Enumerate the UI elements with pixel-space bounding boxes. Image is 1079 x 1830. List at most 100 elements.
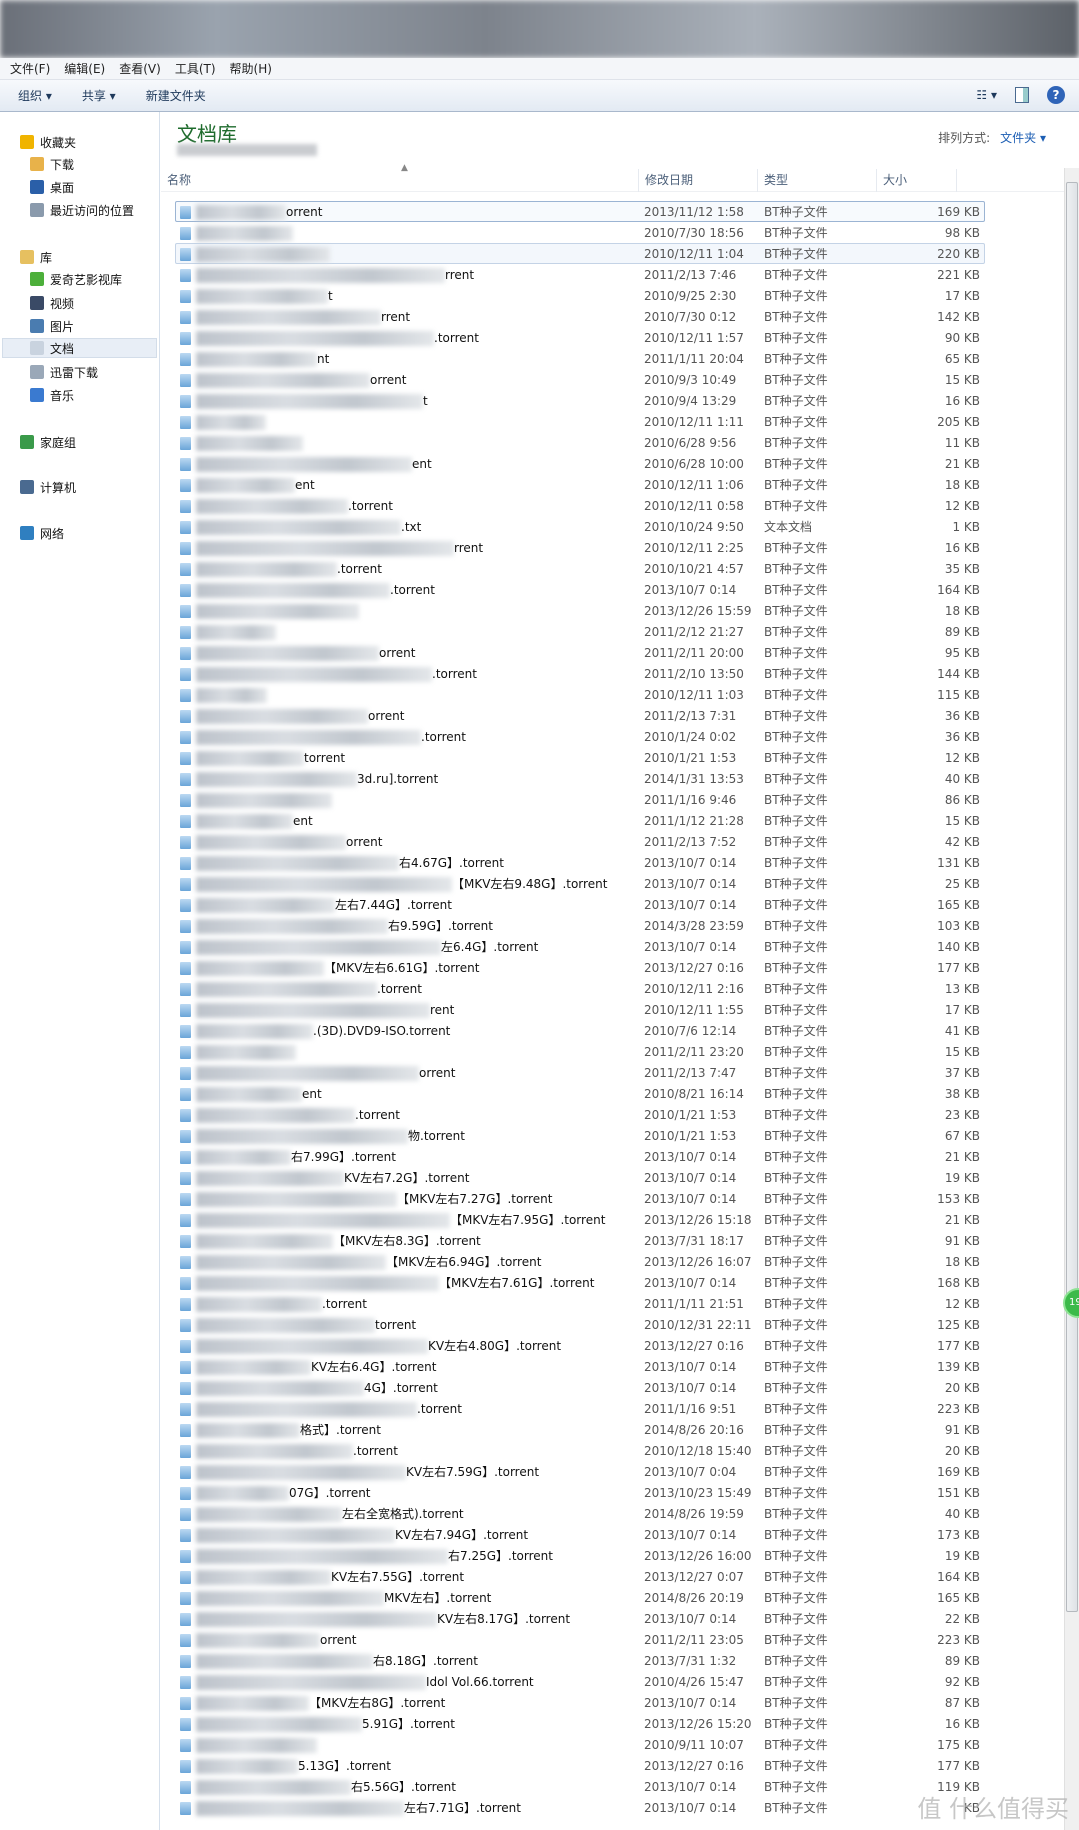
file-row[interactable]: 2011/2/11 23:20 BT种子文件 15 KB [175, 1041, 985, 1062]
file-row[interactable]: 2011/2/12 21:27 BT种子文件 89 KB [175, 621, 985, 642]
file-row[interactable]: 2010/6/28 9:56 BT种子文件 11 KB [175, 432, 985, 453]
sidebar-item[interactable]: 收藏夹 [20, 132, 156, 152]
file-row[interactable]: 左6.4G】.torrent 2013/10/7 0:14 BT种子文件 140 KB [175, 936, 985, 957]
file-row[interactable]: t 2010/9/25 2:30 BT种子文件 17 KB [175, 285, 985, 306]
menu-item[interactable]: 查看(V) [119, 60, 161, 77]
file-row[interactable]: 3d.ru].torrent 2014/1/31 13:53 BT种子文件 40 KB [175, 768, 985, 789]
column-date-modified[interactable]: 修改日期 [639, 169, 758, 192]
file-row[interactable]: KV左右7.59G】.torrent 2013/10/7 0:04 BT种子文件 16… [175, 1461, 985, 1482]
file-row[interactable]: 左右7.71G】.torrent 2013/10/7 0:14 BT种子文件 KB [175, 1797, 985, 1818]
file-row[interactable]: orrent 2010/9/3 10:49 BT种子文件 15 KB [175, 369, 985, 390]
file-row[interactable]: orrent 2011/2/11 20:00 BT种子文件 95 KB [175, 642, 985, 663]
file-row[interactable]: orrent 2011/2/11 23:05 BT种子文件 223 KB [175, 1629, 985, 1650]
file-row[interactable]: t 2010/9/4 13:29 BT种子文件 16 KB [175, 390, 985, 411]
file-row[interactable]: 07G】.torrent 2013/10/23 15:49 BT种子文件 151 KB [175, 1482, 985, 1503]
help-icon[interactable]: ? [1047, 86, 1065, 104]
file-row[interactable]: Idol Vol.66.torrent 2010/4/26 15:47 BT种子文件… [175, 1671, 985, 1692]
organize-button[interactable]: 组织 ▾ [18, 87, 52, 104]
file-row[interactable]: .torrent 2010/12/11 1:57 BT种子文件 90 KB [175, 327, 985, 348]
file-row[interactable]: KV左右7.2G】.torrent 2013/10/7 0:14 BT种子文件 19 … [175, 1167, 985, 1188]
file-row[interactable]: orrent 2013/11/12 1:58 BT种子文件 169 KB [175, 201, 985, 222]
file-row[interactable]: 右8.18G】.torrent 2013/7/31 1:32 BT种子文件 89 KB [175, 1650, 985, 1671]
file-row[interactable]: 【MKV左右7.61G】.torrent 2013/10/7 0:14 BT种子文件… [175, 1272, 985, 1293]
preview-pane-icon[interactable] [1015, 87, 1029, 103]
file-row[interactable]: .torrent 2013/10/7 0:14 BT种子文件 164 KB [175, 579, 985, 600]
file-row[interactable]: MKV左右】.torrent 2014/8/26 20:19 BT种子文件 165 K… [175, 1587, 985, 1608]
file-row[interactable]: 2010/12/11 1:03 BT种子文件 115 KB [175, 684, 985, 705]
view-options-button[interactable]: ☷ ▾ [976, 88, 997, 102]
file-row[interactable]: 【MKV左右7.27G】.torrent 2013/10/7 0:14 BT种子文件… [175, 1188, 985, 1209]
arrange-by-dropdown[interactable]: 文件夹 ▾ [1000, 131, 1046, 145]
file-row[interactable]: .txt 2010/10/24 9:50 文本文档 1 KB [175, 516, 985, 537]
file-row[interactable]: orrent 2011/2/13 7:52 BT种子文件 42 KB [175, 831, 985, 852]
file-row[interactable]: 右9.59G】.torrent 2014/3/28 23:59 BT种子文件 103 … [175, 915, 985, 936]
file-row[interactable]: 4G】.torrent 2013/10/7 0:14 BT种子文件 20 KB [175, 1377, 985, 1398]
file-row[interactable]: 2011/1/16 9:46 BT种子文件 86 KB [175, 789, 985, 810]
file-row[interactable]: 2013/12/26 15:59 BT种子文件 18 KB [175, 600, 985, 621]
sidebar-item[interactable]: 家庭组 [20, 432, 156, 452]
file-row[interactable]: 【MKV左右8G】.torrent 2013/10/7 0:14 BT种子文件 87 … [175, 1692, 985, 1713]
file-row[interactable]: 右4.67G】.torrent 2013/10/7 0:14 BT种子文件 131 K… [175, 852, 985, 873]
sidebar-item[interactable]: 下载 [30, 154, 166, 174]
sidebar-item[interactable]: 迅雷下载 [30, 362, 166, 382]
sidebar-item[interactable]: 桌面 [30, 177, 166, 197]
sidebar-item[interactable]: 文档 [2, 338, 157, 358]
file-row[interactable]: rrent 2010/7/30 0:12 BT种子文件 142 KB [175, 306, 985, 327]
file-row[interactable]: .torrent 2011/2/10 13:50 BT种子文件 144 KB [175, 663, 985, 684]
file-row[interactable]: ent 2010/8/21 16:14 BT种子文件 38 KB [175, 1083, 985, 1104]
sidebar-item[interactable]: 爱奇艺影视库 [30, 269, 166, 289]
file-row[interactable]: 物.torrent 2010/1/21 1:53 BT种子文件 67 KB [175, 1125, 985, 1146]
file-row[interactable]: KV左右8.17G】.torrent 2013/10/7 0:14 BT种子文件 22… [175, 1608, 985, 1629]
sidebar-item[interactable]: 库 [20, 247, 156, 267]
file-row[interactable]: 【MKV左右9.48G】.torrent 2013/10/7 0:14 BT种子文件… [175, 873, 985, 894]
vertical-scrollbar[interactable]: 19 [1063, 168, 1079, 1830]
file-row[interactable]: .torrent 2010/12/11 2:16 BT种子文件 13 KB [175, 978, 985, 999]
file-row[interactable]: 右7.25G】.torrent 2013/12/26 16:00 BT种子文件 19 … [175, 1545, 985, 1566]
file-row[interactable]: nt 2011/1/11 20:04 BT种子文件 65 KB [175, 348, 985, 369]
menu-item[interactable]: 文件(F) [10, 60, 50, 77]
menu-item[interactable]: 工具(T) [175, 60, 216, 77]
file-row[interactable]: 2010/7/30 18:56 BT种子文件 98 KB [175, 222, 985, 243]
menu-item[interactable]: 编辑(E) [64, 60, 105, 77]
file-row[interactable]: KV左右6.4G】.torrent 2013/10/7 0:14 BT种子文件 139… [175, 1356, 985, 1377]
file-row[interactable]: 【MKV左右8.3G】.torrent 2013/7/31 18:17 BT种子文件… [175, 1230, 985, 1251]
file-row[interactable]: .torrent 2010/12/11 0:58 BT种子文件 12 KB [175, 495, 985, 516]
file-row[interactable]: 5.91G】.torrent 2013/12/26 15:20 BT种子文件 16 K… [175, 1713, 985, 1734]
file-row[interactable]: 格式】.torrent 2014/8/26 20:16 BT种子文件 91 KB [175, 1419, 985, 1440]
new-folder-button[interactable]: 新建文件夹 [146, 87, 206, 104]
file-row[interactable]: rent 2010/12/11 1:55 BT种子文件 17 KB [175, 999, 985, 1020]
file-row[interactable]: orrent 2011/2/13 7:31 BT种子文件 36 KB [175, 705, 985, 726]
file-row[interactable]: .torrent 2011/1/11 21:51 BT种子文件 12 KB [175, 1293, 985, 1314]
sidebar-item[interactable]: 图片 [30, 316, 166, 336]
file-row[interactable]: .(3D).DVD9-ISO.torrent 2010/7/6 12:14 BT种子… [175, 1020, 985, 1041]
column-name[interactable]: 名称 [161, 169, 639, 192]
file-row[interactable]: .torrent 2010/10/21 4:57 BT种子文件 35 KB [175, 558, 985, 579]
file-row[interactable]: 右7.99G】.torrent 2013/10/7 0:14 BT种子文件 21 KB [175, 1146, 985, 1167]
file-row[interactable]: .torrent 2010/12/18 15:40 BT种子文件 20 KB [175, 1440, 985, 1461]
column-type[interactable]: 类型 [758, 169, 877, 192]
menu-item[interactable]: 帮助(H) [230, 60, 272, 77]
file-row[interactable]: ent 2011/1/12 21:28 BT种子文件 15 KB [175, 810, 985, 831]
file-row[interactable]: torrent 2010/12/31 22:11 BT种子文件 125 KB [175, 1314, 985, 1335]
file-row[interactable]: 5.13G】.torrent 2013/12/27 0:16 BT种子文件 177 K… [175, 1755, 985, 1776]
sidebar-item[interactable]: 音乐 [30, 385, 166, 405]
file-row[interactable]: rrent 2010/12/11 2:25 BT种子文件 16 KB [175, 537, 985, 558]
file-row[interactable]: 左右全宽格式).torrent 2014/8/26 19:59 BT种子文件 40 K… [175, 1503, 985, 1524]
scrollbar-thumb[interactable] [1066, 182, 1078, 1612]
sidebar-item[interactable]: 计算机 [20, 477, 156, 497]
file-row[interactable]: rrent 2011/2/13 7:46 BT种子文件 221 KB [175, 264, 985, 285]
file-row[interactable]: orrent 2011/2/13 7:47 BT种子文件 37 KB [175, 1062, 985, 1083]
file-row[interactable]: 2010/9/11 10:07 BT种子文件 175 KB [175, 1734, 985, 1755]
file-row[interactable]: .torrent 2010/1/24 0:02 BT种子文件 36 KB [175, 726, 985, 747]
file-row[interactable]: 【MKV左右6.94G】.torrent 2013/12/26 16:07 BT种子… [175, 1251, 985, 1272]
file-row[interactable]: ent 2010/6/28 10:00 BT种子文件 21 KB [175, 453, 985, 474]
file-row[interactable]: .torrent 2011/1/16 9:51 BT种子文件 223 KB [175, 1398, 985, 1419]
file-row[interactable]: 2010/12/11 1:11 BT种子文件 205 KB [175, 411, 985, 432]
column-size[interactable]: 大小 [877, 169, 957, 192]
file-row[interactable]: KV左右7.94G】.torrent 2013/10/7 0:14 BT种子文件 17… [175, 1524, 985, 1545]
file-row[interactable]: torrent 2010/1/21 1:53 BT种子文件 12 KB [175, 747, 985, 768]
file-row[interactable]: .torrent 2010/1/21 1:53 BT种子文件 23 KB [175, 1104, 985, 1125]
file-row[interactable]: 【MKV左右7.95G】.torrent 2013/12/26 15:18 BT种子… [175, 1209, 985, 1230]
file-row[interactable]: 【MKV左右6.61G】.torrent 2013/12/27 0:16 BT种子文… [175, 957, 985, 978]
sidebar-item[interactable]: 视频 [30, 293, 166, 313]
